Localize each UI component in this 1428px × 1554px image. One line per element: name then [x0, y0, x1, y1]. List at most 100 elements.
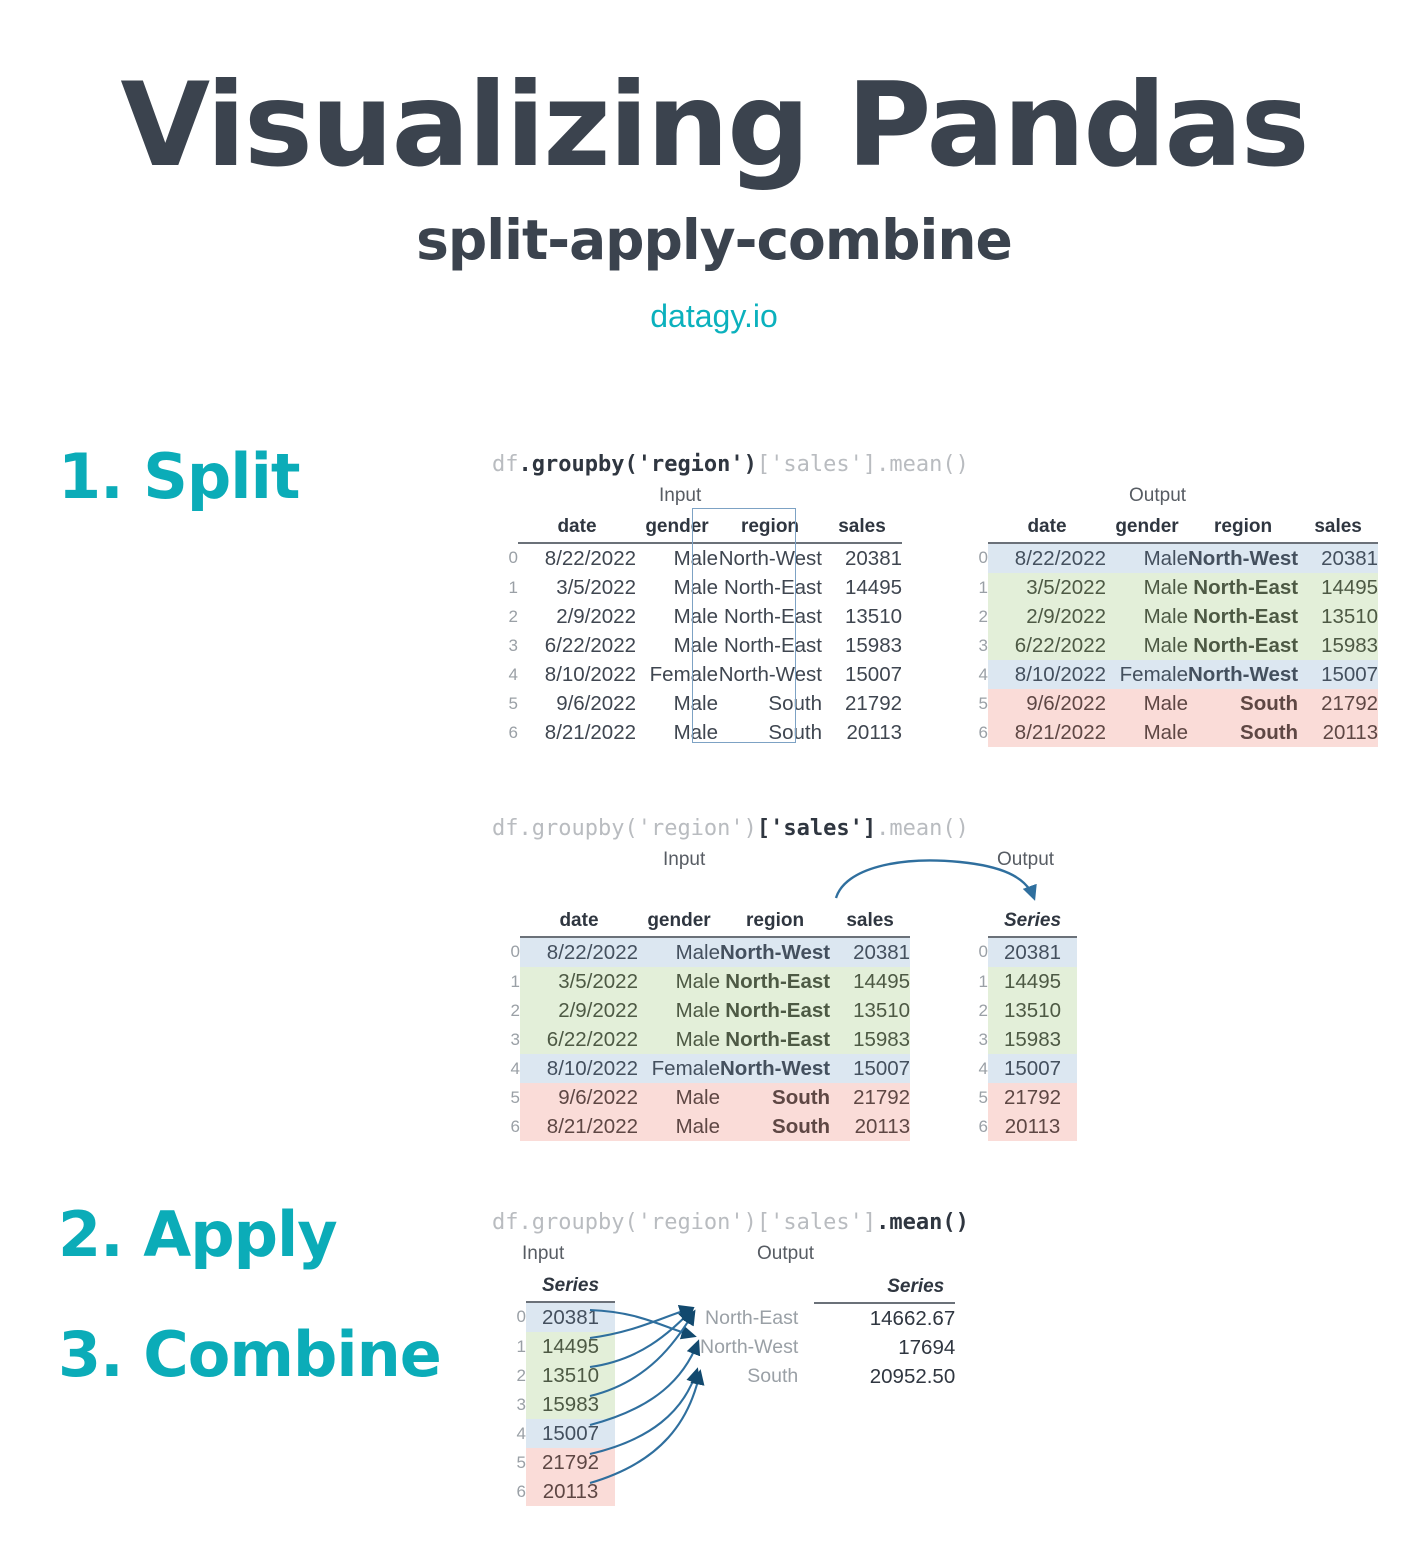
- table-row: 5 21792: [962, 1083, 1078, 1112]
- cell-gender: Male: [673, 691, 718, 715]
- table-row: 3 6/22/2022 Male North-East 15983: [492, 631, 902, 660]
- cell-region: North-East: [720, 1025, 831, 1054]
- table-row: 6 20113: [962, 1112, 1078, 1141]
- table-row: 2 2/9/2022 Male North-East 13510: [492, 602, 902, 631]
- series-input-3: Series 0 20381 1 14495 2 13510 3 15983 4 1500…: [500, 1267, 616, 1506]
- cell-sales: 20381: [844, 546, 902, 570]
- table-row: South 20952.50: [700, 1362, 955, 1391]
- cell-region: North-East: [1188, 631, 1299, 660]
- cell-sales: 21792: [1298, 689, 1379, 718]
- table-row: 3 6/22/2022 Male North-East 15983: [962, 631, 1379, 660]
- code-prefix: df: [492, 452, 519, 477]
- col-header-region: region: [718, 508, 822, 544]
- cell-gender: Male: [673, 720, 718, 744]
- cell-region: North-West: [1188, 660, 1299, 689]
- table-row: 4 8/10/2022 Female North-West 15007: [962, 660, 1379, 689]
- table-row: 0 8/22/2022 Male North-West 20381: [494, 937, 911, 967]
- code-selector: ['sales']: [756, 1210, 877, 1235]
- row-index: 5: [508, 693, 518, 713]
- cell-date: 6/22/2022: [520, 1025, 638, 1054]
- select-output-series: Series 0 20381 1 14495 2 13510 3 15983 4 1500…: [962, 902, 1078, 1141]
- cell-gender: Female: [1106, 660, 1188, 689]
- cell-gender: Female: [649, 662, 718, 686]
- cell-date: 8/21/2022: [520, 1112, 638, 1141]
- cell-sales: 15007: [526, 1419, 616, 1448]
- row-index: 2: [510, 1000, 520, 1020]
- row-index: 2: [508, 606, 518, 626]
- table-row: 2 13510: [962, 996, 1078, 1025]
- code-selector: ['sales']: [756, 816, 877, 841]
- cell-sales: 14495: [1298, 573, 1379, 602]
- row-index: 5: [516, 1452, 526, 1472]
- table-row: 4 8/10/2022 Female North-West 15007: [492, 660, 902, 689]
- col-header-region: region: [720, 902, 831, 938]
- cell-region: North-West: [718, 662, 822, 686]
- dataframe-input-2: date gender region sales 0 8/22/2022 Male N…: [494, 902, 911, 1141]
- page-title: Visualizing Pandas: [120, 58, 1309, 193]
- cell-sales: 13510: [830, 996, 911, 1025]
- cell-gender: Male: [673, 575, 718, 599]
- cell-group-value: 17694: [898, 1335, 956, 1359]
- row-index: 6: [510, 1116, 520, 1136]
- col-header-series: Series: [814, 1267, 956, 1304]
- cell-region: North-West: [718, 546, 822, 570]
- col-header-date: date: [520, 902, 638, 938]
- select-input-table: date gender region sales 0 8/22/2022 Male N…: [494, 902, 911, 1141]
- cell-date: 2/9/2022: [520, 996, 638, 1025]
- col-header-index: [492, 508, 518, 543]
- code-method: .mean(): [876, 452, 969, 477]
- code-groupby: .groupby('region'): [518, 1210, 757, 1235]
- cell-sales: 15983: [526, 1390, 616, 1419]
- row-index: 3: [516, 1394, 526, 1414]
- cell-region: South: [768, 691, 822, 715]
- row-index: 0: [978, 548, 988, 567]
- series-aggregated: Series North-East 14662.67 North-West 1769…: [700, 1267, 956, 1391]
- page-header: Visualizing Pandas split-apply-combine d…: [0, 0, 1428, 335]
- cell-gender: Male: [638, 937, 720, 967]
- cell-sales: 14495: [526, 1332, 616, 1361]
- cell-gender: Male: [673, 633, 718, 657]
- row-index: 3: [978, 1029, 988, 1049]
- cell-date: 6/22/2022: [544, 633, 636, 657]
- row-index: 3: [508, 635, 518, 655]
- cell-date: 2/9/2022: [556, 604, 636, 628]
- cell-gender: Male: [1106, 602, 1188, 631]
- table-row: 0 8/22/2022 Male North-West 20381: [492, 543, 902, 573]
- cell-region: North-East: [1188, 602, 1299, 631]
- cell-date: 8/22/2022: [988, 543, 1106, 573]
- row-index: 5: [978, 1087, 988, 1107]
- cell-sales: 20113: [526, 1477, 616, 1506]
- table-row: 2 2/9/2022 Male North-East 13510: [494, 996, 911, 1025]
- dataframe-input-1: date gender region sales 0 8/22/2022 Male N…: [492, 508, 902, 747]
- table-row: 1 14495: [962, 967, 1078, 996]
- code-line-split: df.groupby('region')['sales'].mean(): [492, 452, 969, 477]
- code-prefix: df: [492, 1210, 519, 1235]
- table-header-row: date gender region sales: [962, 508, 1379, 544]
- code-line-select: df.groupby('region')['sales'].mean(): [492, 816, 969, 841]
- cell-group-value: 14662.67: [869, 1306, 956, 1330]
- row-index: 2: [978, 606, 988, 626]
- dataframe-input-2-body: 0 8/22/2022 Male North-West 20381 1 3/5/2022 M…: [494, 937, 911, 1141]
- table-row: 6 20113: [500, 1477, 616, 1506]
- row-index: 4: [978, 664, 988, 684]
- cell-gender: Male: [1106, 631, 1188, 660]
- series-input-3-body: 0 20381 1 14495 2 13510 3 15983 4 15007 5 2179…: [500, 1302, 616, 1506]
- dataframe-output-1-body: 0 8/22/2022 Male North-West 20381 1 3/5/2022 M…: [962, 543, 1379, 747]
- apply-input-series: Series 0 20381 1 14495 2 13510 3 15983 4 1500…: [500, 1267, 616, 1506]
- col-header-group-key: [700, 1267, 814, 1303]
- cell-gender: Male: [1106, 573, 1188, 602]
- cell-sales: 14495: [830, 967, 911, 996]
- code-prefix: df: [492, 816, 519, 841]
- step-label-split: 1. Split: [58, 440, 300, 513]
- table-header-row: Series: [962, 902, 1078, 938]
- row-index: 4: [978, 1058, 988, 1078]
- cell-date: 8/21/2022: [544, 720, 636, 744]
- cell-sales: 20113: [1298, 718, 1379, 747]
- cell-sales: 13510: [1298, 602, 1379, 631]
- output-label-apply: Output: [757, 1243, 815, 1264]
- cell-gender: Male: [1106, 543, 1188, 573]
- cell-region: South: [768, 720, 822, 744]
- cell-group-key: South: [747, 1365, 799, 1387]
- cell-region: North-West: [720, 937, 831, 967]
- table-row: North-East 14662.67: [700, 1303, 955, 1333]
